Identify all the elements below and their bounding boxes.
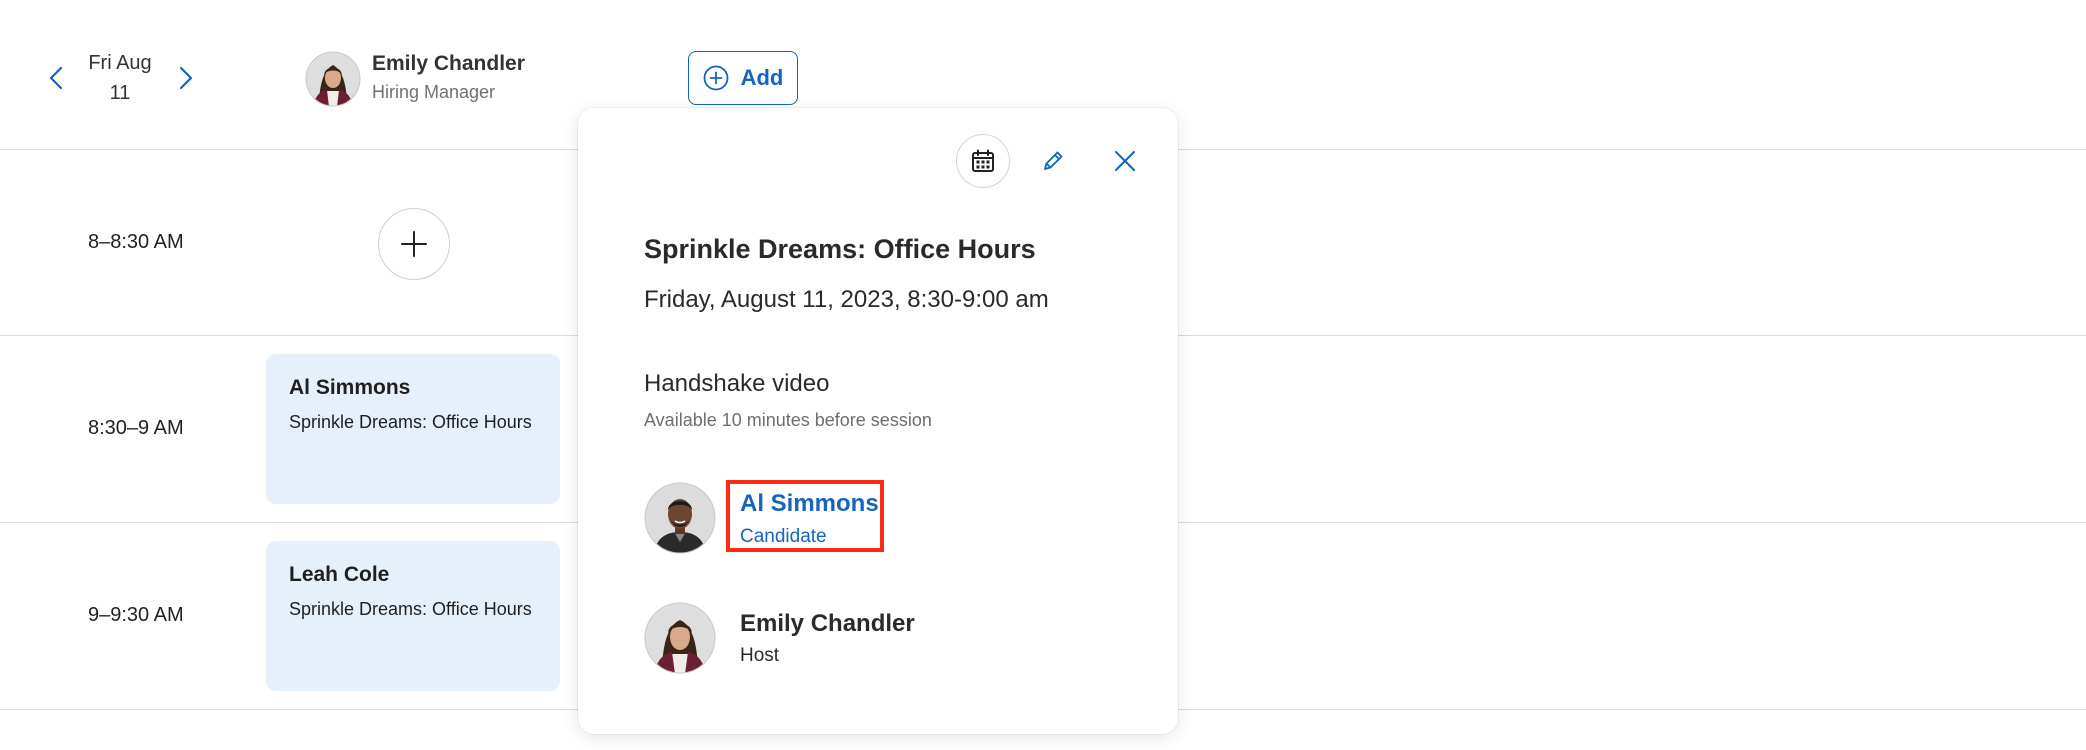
host-role: Hiring Manager: [372, 82, 496, 102]
time-slot-label: 8–8:30 AM: [88, 231, 184, 253]
host-participant-name: Emily Chandler: [740, 610, 915, 637]
host-participant-avatar: [644, 602, 716, 674]
time-slot-label: 9–9:30 AM: [88, 604, 184, 626]
session-card-description: Sprinkle Dreams: Office Hours: [289, 412, 532, 432]
session-card[interactable]: Al Simmons Sprinkle Dreams: Office Hours: [266, 354, 560, 504]
session-card-name: Al Simmons: [289, 376, 411, 399]
date-weekday-month: Fri Aug: [88, 52, 152, 74]
host-name: Emily Chandler: [372, 52, 525, 75]
pencil-icon: [1044, 151, 1063, 170]
close-icon: [1115, 151, 1135, 171]
add-slot-button[interactable]: [378, 208, 450, 280]
current-date: Fri Aug 11: [80, 48, 160, 108]
date-day: 11: [109, 82, 131, 104]
add-button[interactable]: Add: [688, 51, 798, 105]
plus-circle-icon: [703, 65, 729, 91]
chevron-left-icon: [49, 66, 63, 90]
candidate-name-link[interactable]: Al Simmons: [740, 490, 879, 518]
session-datetime: Friday, August 11, 2023, 8:30-9:00 am: [644, 286, 1049, 313]
session-card-name: Leah Cole: [289, 563, 390, 586]
add-button-label: Add: [740, 65, 784, 90]
candidate-avatar: [644, 482, 716, 554]
previous-day-button[interactable]: [42, 62, 70, 94]
host-participant-role: Host: [740, 645, 780, 666]
session-card-description: Sprinkle Dreams: Office Hours: [289, 599, 532, 619]
close-button[interactable]: [1098, 134, 1152, 188]
session-title: Sprinkle Dreams: Office Hours: [644, 234, 1036, 264]
next-day-button[interactable]: [172, 62, 200, 94]
add-to-calendar-button[interactable]: [956, 134, 1010, 188]
calendar-icon: [972, 149, 994, 172]
candidate-role[interactable]: Candidate: [740, 526, 827, 548]
session-details-popover: Sprinkle Dreams: Office Hours Friday, Au…: [578, 108, 1178, 734]
session-location-note: Available 10 minutes before session: [644, 410, 932, 430]
calendar-page: Fri Aug 11 Emily Chandler Hiring Manager: [0, 0, 2086, 750]
host-avatar: [305, 51, 361, 107]
time-slot-label: 8:30–9 AM: [88, 417, 184, 439]
chevron-right-icon: [179, 66, 193, 90]
plus-icon: [401, 231, 427, 257]
session-location: Handshake video: [644, 370, 830, 397]
edit-button[interactable]: [1026, 134, 1080, 188]
session-card[interactable]: Leah Cole Sprinkle Dreams: Office Hours: [266, 541, 560, 691]
